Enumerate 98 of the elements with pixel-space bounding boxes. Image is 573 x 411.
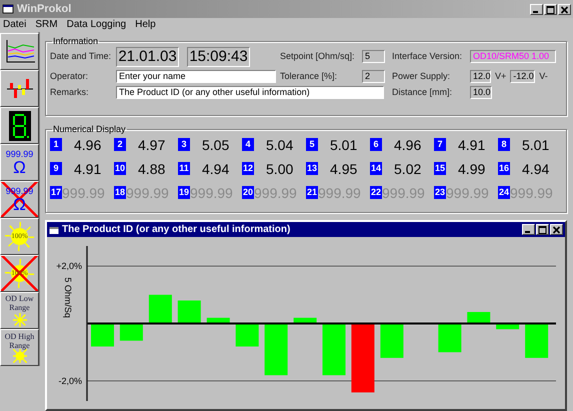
minimize-button[interactable] [522, 224, 535, 235]
maximize-icon [537, 225, 548, 234]
channel-badge: 8 [498, 138, 510, 151]
menu-item[interactable]: Datei [3, 20, 26, 30]
channel-badge: 15 [434, 162, 446, 175]
channel-badge: 7 [434, 138, 446, 151]
channel-badge: 14 [370, 162, 382, 175]
maximize-button[interactable] [544, 4, 557, 14]
power-minus-field: -12.0 [510, 70, 536, 83]
field-label: V- [539, 70, 548, 82]
field-label: Distance [mm]: [392, 86, 454, 99]
channel-value: 5.04 [266, 138, 294, 152]
channel-badge: 19 [178, 186, 190, 199]
channel-badge: 18 [114, 186, 126, 199]
field-label: Power Supply: [392, 70, 452, 83]
tolerance-field: 2 [362, 70, 385, 83]
toolbar-button[interactable] [0, 33, 39, 70]
channel-badge: 17 [50, 186, 62, 199]
distance-field: 10.0 [470, 86, 492, 100]
channel-value: 5.01 [522, 138, 550, 152]
menu-item[interactable]: SRM [35, 20, 58, 30]
field-label: Operator: [50, 70, 90, 83]
channel-value: 4.99 [458, 162, 486, 176]
button-label: 999.99 [6, 150, 34, 158]
maximize-icon [545, 4, 556, 14]
window-title: WinProkol [17, 2, 72, 17]
channel-badge: 23 [434, 186, 446, 199]
seven-segment-icon [8, 110, 32, 142]
close-icon [551, 225, 562, 234]
channel-value: 5.01 [330, 138, 358, 152]
channel-badge: 13 [306, 162, 318, 175]
channel-badge: 16 [498, 162, 510, 175]
channel-badge: 21 [306, 186, 318, 199]
field-label: V+ [495, 70, 506, 82]
channel-value: 5.00 [266, 162, 294, 176]
channel-value: 5.02 [394, 162, 422, 176]
toolbar-button[interactable] [0, 107, 39, 144]
channel-badge: 10 [114, 162, 126, 175]
menu-item[interactable]: Data Logging [66, 20, 126, 30]
close-icon [559, 4, 570, 14]
ohm-symbol: Ω [13, 158, 26, 176]
channel-value: 4.91 [458, 138, 486, 152]
sun-icon [12, 313, 26, 327]
channel-badge: 6 [370, 138, 382, 151]
minimize-button[interactable] [530, 4, 543, 14]
channel-badge: 4 [242, 138, 254, 151]
group-title: Numerical Display [52, 123, 127, 136]
power-plus-field: 12.0 [470, 70, 491, 83]
tick-label: -2,0% [58, 376, 82, 386]
channel-badge: 1 [50, 138, 62, 151]
close-button[interactable] [550, 224, 563, 235]
interface-version-field: OD10/SRM50 1.00 [470, 50, 556, 63]
channel-badge: 9 [50, 162, 62, 175]
close-button[interactable] [558, 4, 571, 14]
channel-badge: 24 [498, 186, 510, 199]
toolbar-button[interactable] [0, 70, 39, 107]
group-title: Information [52, 35, 100, 48]
channel-value: 4.97 [138, 138, 166, 152]
field-label: Interface Version: [392, 50, 464, 63]
field-label: Date and Time: [50, 50, 112, 63]
tick-label: +2,0% [56, 261, 82, 272]
channel-value: 5.05 [202, 138, 230, 152]
toolbar-button[interactable]: 999.99 Ω [0, 144, 39, 181]
channel-value: 4.94 [522, 162, 550, 176]
setpoint-field: 5 [362, 50, 385, 63]
channel-value: 4.91 [74, 162, 102, 176]
toolbar-button[interactable]: OD Low Range [0, 292, 39, 329]
field-label: Remarks: [50, 86, 90, 99]
minimize-icon [533, 10, 538, 12]
channel-value: 4.88 [138, 162, 166, 176]
channel-badge: 2 [114, 138, 126, 151]
menu-item[interactable]: Help [135, 20, 156, 30]
chart-title: The Product ID (or any other useful information) [62, 223, 290, 237]
channel-badge: 3 [178, 138, 190, 151]
channel-badge: 20 [242, 186, 254, 199]
channel-badge: 5 [306, 138, 318, 151]
remarks-field[interactable]: The Product ID (or any other useful information) [116, 86, 384, 100]
sun-icon [12, 349, 26, 363]
channel-value: 4.94 [202, 162, 230, 176]
channel-value: 4.96 [394, 138, 422, 152]
date-field: 21.01.03 [116, 46, 179, 66]
time-field: 15:09:43 [187, 46, 250, 66]
toolbar-button[interactable]: OD High Range [0, 329, 39, 366]
channel-value: 4.95 [330, 162, 358, 176]
maximize-button[interactable] [536, 224, 549, 235]
channel-value: 4.96 [74, 138, 102, 152]
channel-badge: 22 [370, 186, 382, 199]
field-label: Tolerance [%]: [280, 70, 338, 83]
window-icon [49, 224, 59, 234]
axis-label: 5 Ohm/Sq [63, 277, 73, 318]
button-label: OD High Range [4, 332, 36, 350]
operator-field[interactable]: Enter your name [116, 70, 276, 83]
button-label: OD Low Range [4, 294, 35, 312]
app-icon [2, 3, 14, 15]
minimize-icon [525, 231, 530, 233]
channel-badge: 12 [242, 162, 254, 175]
field-label: Setpoint [Ohm/sq]: [280, 50, 356, 63]
channel-badge: 11 [178, 162, 190, 175]
